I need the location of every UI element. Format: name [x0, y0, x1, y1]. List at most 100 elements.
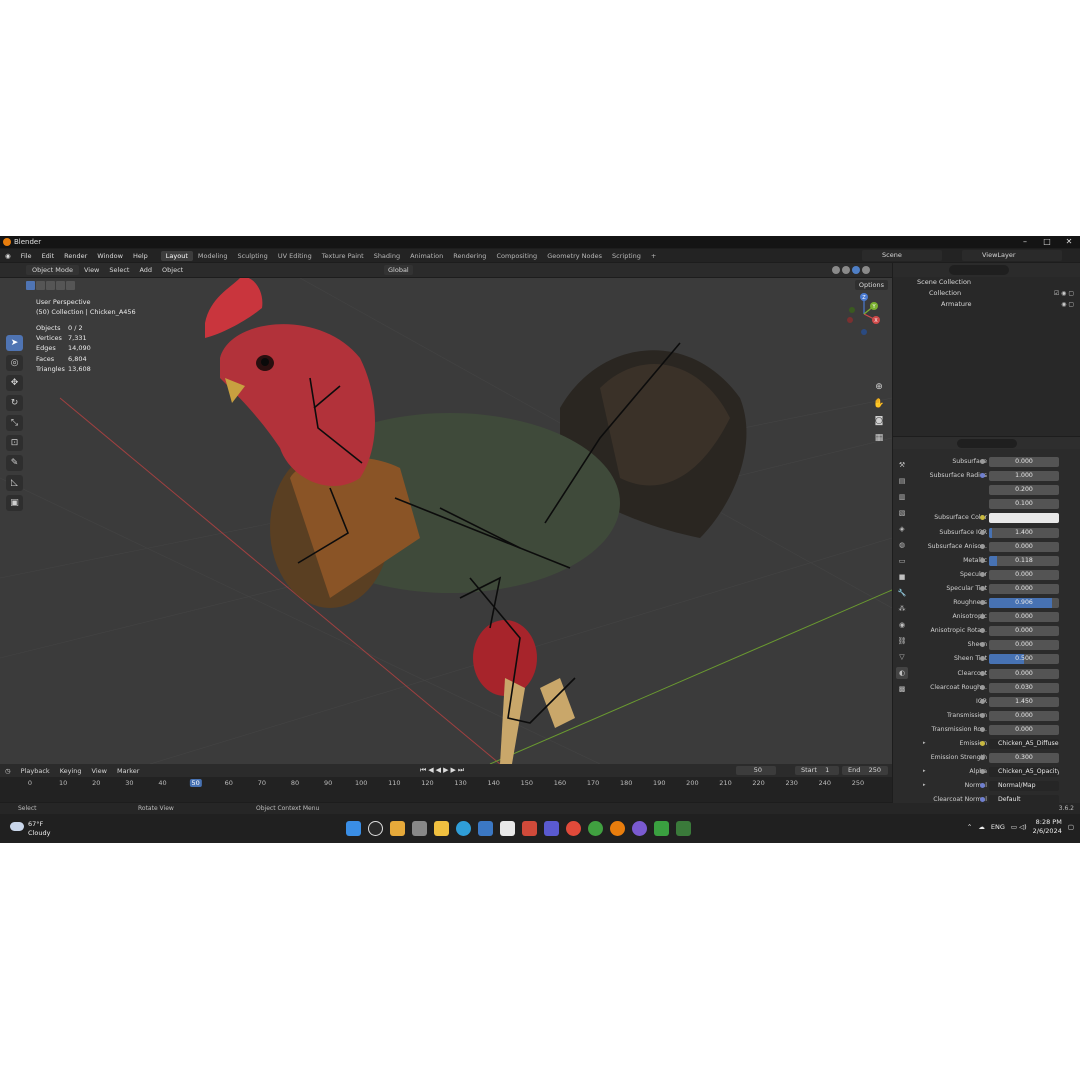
- property-value-field[interactable]: 0.000: [989, 640, 1059, 651]
- end-frame-field[interactable]: End 250: [842, 766, 888, 775]
- chicken-model[interactable]: [205, 278, 747, 764]
- language-indicator[interactable]: ENG: [991, 823, 1005, 831]
- property-value-field[interactable]: Chicken_A5_Diffuse: [989, 739, 1059, 749]
- close-icon[interactable]: ✕: [1058, 236, 1080, 248]
- rendered-shading-icon[interactable]: [862, 266, 870, 274]
- expand-arrow-icon[interactable]: ▸: [923, 738, 926, 749]
- menu-file[interactable]: File: [16, 252, 37, 260]
- neg-x-handle[interactable]: [847, 317, 853, 323]
- property-value-field[interactable]: 0.500: [989, 654, 1059, 665]
- property-value-field[interactable]: 1.450: [989, 696, 1059, 707]
- outliner-row-collection[interactable]: Collection ☑ ◉ ▢: [893, 288, 1080, 299]
- property-value-field[interactable]: 0.000: [989, 710, 1059, 721]
- object-tab-icon[interactable]: ■: [896, 571, 908, 583]
- 3d-viewport[interactable]: Options User Perspective (50) Collection…: [0, 278, 892, 764]
- network-volume-icon[interactable]: ▭ ◁): [1011, 823, 1027, 831]
- material-tab-icon[interactable]: ◐: [896, 667, 908, 679]
- tab-sculpting[interactable]: Sculpting: [232, 251, 272, 261]
- tab-modeling[interactable]: Modeling: [193, 251, 233, 261]
- tab-animation[interactable]: Animation: [405, 251, 448, 261]
- constraints-tab-icon[interactable]: ⛓: [896, 635, 908, 647]
- nvidia-icon[interactable]: [676, 821, 691, 836]
- particles-tab-icon[interactable]: ⁂: [896, 603, 908, 615]
- material-shading-icon[interactable]: [852, 266, 860, 274]
- measure-tool-icon[interactable]: ◺: [6, 475, 23, 491]
- socket-dot-icon[interactable]: [980, 571, 985, 577]
- select-new-icon[interactable]: [26, 281, 35, 290]
- property-value-field[interactable]: 0.000: [989, 569, 1059, 580]
- property-value-field[interactable]: 0.300: [989, 753, 1059, 764]
- select-extend-icon[interactable]: [36, 281, 45, 290]
- chrome-canary-icon[interactable]: [588, 821, 603, 836]
- rotate-tool-icon[interactable]: ↻: [6, 395, 23, 411]
- blender-menu-icon[interactable]: ◉: [0, 252, 16, 260]
- menu-render[interactable]: Render: [59, 252, 92, 260]
- task-view-icon[interactable]: [412, 821, 427, 836]
- neg-z-handle[interactable]: [861, 329, 867, 335]
- chrome-icon[interactable]: [566, 821, 581, 836]
- playback-controls[interactable]: ⏮◀◀▶▶⏭: [420, 766, 466, 775]
- options-dropdown[interactable]: Options: [854, 280, 888, 290]
- viewport-menu-view[interactable]: View: [79, 266, 104, 274]
- frame-ruler[interactable]: 0 10 20 30 40 50 60 70 80 90 100 110 120 130 140 150 160…: [0, 777, 892, 791]
- snipping-icon[interactable]: [478, 821, 493, 836]
- timeline-menu-playback[interactable]: Playback: [16, 767, 55, 775]
- outliner-row-armature[interactable]: Armature ◉ ▢: [893, 299, 1080, 310]
- property-value-field[interactable]: 0.906: [989, 598, 1059, 608]
- move-tool-icon[interactable]: ✥: [6, 375, 23, 391]
- socket-dot-icon[interactable]: [980, 459, 985, 464]
- world-tab-icon[interactable]: ◍: [896, 539, 908, 551]
- socket-dot-icon[interactable]: [980, 670, 985, 676]
- property-value-field[interactable]: 0.100: [989, 499, 1059, 510]
- expand-arrow-icon[interactable]: ▸: [923, 780, 926, 791]
- property-value-field[interactable]: 0.000: [989, 724, 1059, 735]
- pan-hand-icon[interactable]: ✋: [872, 397, 886, 411]
- clock[interactable]: 8:28 PM 2/6/2024: [1033, 818, 1062, 836]
- socket-dot-icon[interactable]: [980, 726, 985, 732]
- tab-uv-editing[interactable]: UV Editing: [273, 251, 317, 261]
- scene-selector[interactable]: Scene: [862, 250, 942, 261]
- socket-dot-icon[interactable]: [980, 698, 985, 704]
- menu-window[interactable]: Window: [92, 252, 128, 260]
- viewport-menu-select[interactable]: Select: [104, 266, 134, 274]
- add-workspace-icon[interactable]: +: [646, 251, 661, 261]
- solid-shading-icon[interactable]: [842, 266, 850, 274]
- properties-search-input[interactable]: [957, 439, 1017, 448]
- outliner-search-input[interactable]: [949, 265, 1009, 275]
- texture-tab-icon[interactable]: ▩: [896, 683, 908, 695]
- scale-tool-icon[interactable]: ⤡: [6, 415, 23, 431]
- socket-dot-icon[interactable]: [980, 712, 985, 718]
- select-box-tool-icon[interactable]: ➤: [6, 335, 23, 351]
- property-value-field[interactable]: 0.000: [989, 457, 1059, 467]
- view-layer-tab-icon[interactable]: ▧: [896, 507, 908, 519]
- property-value-field[interactable]: 0.030: [989, 682, 1059, 693]
- tab-layout[interactable]: Layout: [160, 250, 193, 261]
- menu-edit[interactable]: Edit: [37, 252, 60, 260]
- camera-view-icon[interactable]: ◙: [872, 414, 886, 428]
- modifier-tab-icon[interactable]: 🔧: [896, 587, 908, 599]
- transform-orientation-dropdown[interactable]: Global: [384, 265, 413, 275]
- cursor-tool-icon[interactable]: ◎: [6, 355, 23, 371]
- tray-chevron-icon[interactable]: ⌃: [967, 823, 972, 831]
- property-value-field[interactable]: 0.000: [989, 583, 1059, 594]
- wireframe-shading-icon[interactable]: [832, 266, 840, 274]
- widgets-icon[interactable]: [390, 821, 405, 836]
- viewport-menu-add[interactable]: Add: [134, 266, 157, 274]
- tab-scripting[interactable]: Scripting: [607, 251, 646, 261]
- property-value-field[interactable]: 0.200: [989, 485, 1059, 496]
- timeline-menu-marker[interactable]: Marker: [112, 767, 144, 775]
- property-value-field[interactable]: Chicken_A5_Opacity...: [989, 767, 1059, 778]
- viewport-menu-object[interactable]: Object: [157, 266, 188, 274]
- onedrive-icon[interactable]: ☁: [978, 823, 985, 831]
- property-value-field[interactable]: 0.000: [989, 668, 1059, 679]
- socket-dot-icon[interactable]: [980, 600, 985, 605]
- property-value-field[interactable]: 0.000: [989, 541, 1059, 552]
- socket-dot-icon[interactable]: [980, 557, 985, 563]
- expand-arrow-icon[interactable]: ▸: [923, 766, 926, 777]
- current-frame-field[interactable]: 50: [736, 766, 776, 775]
- property-value-field[interactable]: 1.000: [989, 471, 1059, 482]
- tab-texture-paint[interactable]: Texture Paint: [317, 251, 369, 261]
- visibility-eye-icon[interactable]: ◉ ▢: [1061, 299, 1074, 310]
- maximize-icon[interactable]: □: [1036, 236, 1058, 248]
- select-invert-icon[interactable]: [56, 281, 65, 290]
